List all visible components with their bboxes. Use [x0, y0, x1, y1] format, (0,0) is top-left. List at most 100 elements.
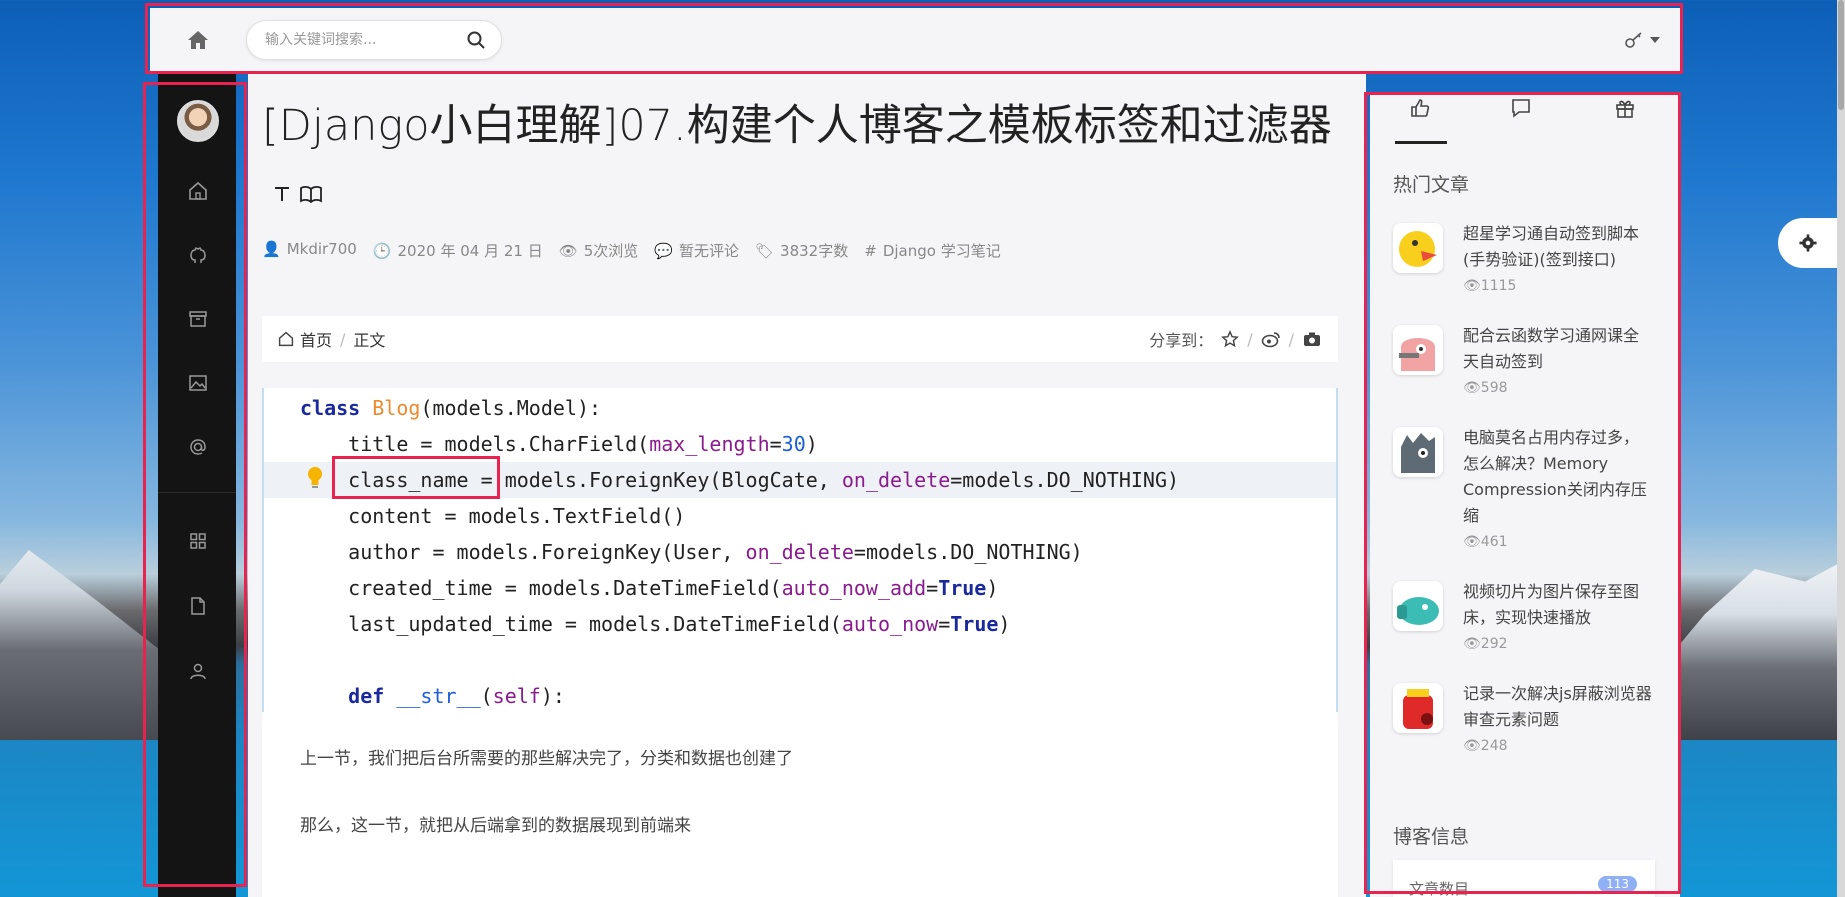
- home-icon: [188, 31, 208, 49]
- sidebar-item-contact[interactable]: [187, 436, 209, 458]
- right-sidebar: 热门文章 超星学习通自动签到脚本(手势验证)(签到接口) 👁1115 配合云函数…: [1370, 95, 1680, 897]
- paragraph: 那么，这一节，就把从后端拿到的数据展现到前端来: [300, 816, 691, 836]
- home-outline-icon: [189, 181, 207, 200]
- sidebar-item-gallery[interactable]: [187, 372, 209, 394]
- tag-icon: 🏷: [755, 242, 775, 260]
- breadcrumb-separator: /: [340, 329, 346, 349]
- sidebar-item-categories[interactable]: [187, 530, 209, 552]
- home-button[interactable]: [150, 8, 246, 72]
- article-thumbnail: [1393, 325, 1443, 375]
- meta-category[interactable]: # Django 学习笔记: [864, 240, 1000, 261]
- sidebar-item-home[interactable]: [187, 180, 209, 202]
- active-tab-indicator: [1395, 141, 1447, 144]
- code-line: def __str__(self):: [348, 684, 565, 708]
- hot-article-item[interactable]: 超星学习通自动签到脚本(手势验证)(签到接口) 👁1115: [1393, 221, 1668, 311]
- grid-icon: [190, 533, 206, 549]
- tab-gifts[interactable]: [1605, 97, 1645, 127]
- hot-article-views: 👁1115: [1463, 278, 1517, 294]
- search-icon[interactable]: [467, 31, 485, 49]
- breadcrumb-current: 正文: [353, 331, 386, 350]
- article-thumbnail: [1393, 683, 1443, 733]
- hot-article-title[interactable]: 超星学习通自动签到脚本(手势验证)(签到接口): [1463, 221, 1653, 273]
- blog-info-card: 文章数目 113: [1393, 860, 1655, 897]
- meta-word-count: 🏷 3832字数: [755, 242, 849, 260]
- search-input[interactable]: [265, 32, 467, 48]
- code-line: content = models.TextField(): [300, 504, 686, 528]
- eye-icon: 👁: [1463, 278, 1481, 294]
- hot-article-views: 👁461: [1463, 534, 1508, 550]
- home-outline-icon: [278, 331, 294, 347]
- gear-icon: [1799, 234, 1817, 252]
- eye-icon: 👁: [1463, 636, 1481, 652]
- share-bar: 分享到： / /: [1149, 327, 1322, 351]
- lightbulb-icon[interactable]: [306, 466, 324, 490]
- sidebar-item-user[interactable]: [187, 660, 209, 682]
- scrollbar-thumb[interactable]: [1838, 0, 1844, 110]
- meta-comments[interactable]: 💬 暂无评论: [654, 240, 739, 261]
- camera-icon[interactable]: [1302, 330, 1322, 348]
- hot-article-title[interactable]: 记录一次解决js屏蔽浏览器审查元素问题: [1463, 681, 1653, 733]
- hot-article-item[interactable]: 配合云函数学习通网课全天自动签到 👁598: [1393, 323, 1668, 413]
- article-thumbnail: [1393, 223, 1443, 273]
- user-icon: [190, 663, 206, 680]
- caret-down-icon: [1650, 37, 1660, 43]
- code-block: class Blog(models.Model): title = models…: [262, 388, 1338, 713]
- share-separator: /: [1247, 329, 1253, 349]
- code-line: last_updated_time = models.DateTimeField…: [300, 612, 1011, 636]
- article-meta: 👤 Mkdir700 🕒 2020 年 04 月 21 日 👁 5次浏览 💬 暂无评论 …: [262, 240, 1001, 261]
- weibo-icon[interactable]: [1261, 330, 1281, 348]
- article-title: [Django小白理解]07.构建个人博客之模板标签和过滤器: [262, 101, 1332, 151]
- breadcrumb-home-link[interactable]: 首页: [300, 327, 332, 351]
- sidebar-item-archive[interactable]: [187, 308, 209, 330]
- article-count-label: 文章数目: [1409, 880, 1470, 897]
- blog-info-heading: 博客信息: [1393, 826, 1470, 848]
- reading-mode-icon[interactable]: [299, 184, 323, 204]
- article-body: 上一节，我们把后台所需要的那些解决完了，分类和数据也创建了 那么，这一节，就把从…: [262, 712, 1338, 897]
- share-separator: /: [1288, 329, 1294, 349]
- code-line: class Blog(models.Model):: [300, 396, 602, 420]
- hot-article-item[interactable]: 视频切片为图片保存至图床，实现快速播放 👁292: [1393, 579, 1668, 669]
- user-icon: 👤: [262, 240, 281, 258]
- search-box[interactable]: [246, 20, 502, 60]
- eye-icon: 👁: [1463, 738, 1481, 754]
- meta-date: 🕒 2020 年 04 月 21 日: [372, 242, 543, 260]
- breadcrumb: 首页 / 正文 分享到： / /: [262, 316, 1338, 362]
- key-icon: [1625, 32, 1642, 48]
- tab-comments[interactable]: [1501, 97, 1541, 127]
- at-sign-icon: [190, 439, 206, 455]
- code-line: created_time = models.DateTimeField(auto…: [300, 576, 999, 600]
- article-thumbnail: [1393, 581, 1443, 631]
- page-title: [Django小白理解]07.构建个人博客之模板标签和过滤器: [262, 94, 1352, 230]
- star-icon[interactable]: [1221, 330, 1240, 348]
- tab-popular[interactable]: [1400, 97, 1440, 127]
- file-icon: [191, 597, 205, 615]
- background-mountain-left: [0, 550, 160, 740]
- login-key-menu[interactable]: [1624, 30, 1660, 50]
- settings-button[interactable]: [1778, 218, 1838, 268]
- clock-icon: 🕒: [372, 242, 392, 260]
- gift-icon: [1616, 100, 1634, 118]
- page-scrollbar[interactable]: [1837, 0, 1845, 897]
- sidebar-item-github[interactable]: [187, 244, 209, 266]
- share-label: 分享到：: [1149, 331, 1214, 350]
- avatar[interactable]: [177, 100, 219, 142]
- hot-article-views: 👁292: [1463, 636, 1508, 652]
- left-sidebar: [158, 72, 236, 897]
- eye-icon: 👁: [1463, 534, 1481, 550]
- eye-icon: 👁: [558, 242, 578, 260]
- hot-article-title[interactable]: 配合云函数学习通网课全天自动签到: [1463, 323, 1653, 375]
- hot-article-item[interactable]: 电脑莫名占用内存过多，怎么解决？Memory Compression关闭内存压缩…: [1393, 425, 1668, 550]
- meta-author[interactable]: 👤 Mkdir700: [262, 240, 357, 261]
- archive-icon: [189, 311, 207, 327]
- highlighted-field-name: class_name: [348, 468, 469, 492]
- sidebar-item-pages[interactable]: [187, 595, 209, 617]
- hot-article-title[interactable]: 电脑莫名占用内存过多，怎么解决？Memory Compression关闭内存压缩: [1463, 425, 1653, 529]
- hot-article-views: 👁248: [1463, 738, 1508, 754]
- text-size-icon[interactable]: [272, 184, 292, 204]
- code-line: author = models.ForeignKey(User, on_dele…: [300, 540, 1083, 564]
- hot-article-views: 👁598: [1463, 380, 1508, 396]
- hot-article-item[interactable]: 记录一次解决js屏蔽浏览器审查元素问题 👁248: [1393, 681, 1668, 771]
- code-line: title = models.CharField(max_length=30): [300, 432, 818, 456]
- comment-icon: [1512, 99, 1530, 118]
- hot-article-title[interactable]: 视频切片为图片保存至图床，实现快速播放: [1463, 579, 1653, 631]
